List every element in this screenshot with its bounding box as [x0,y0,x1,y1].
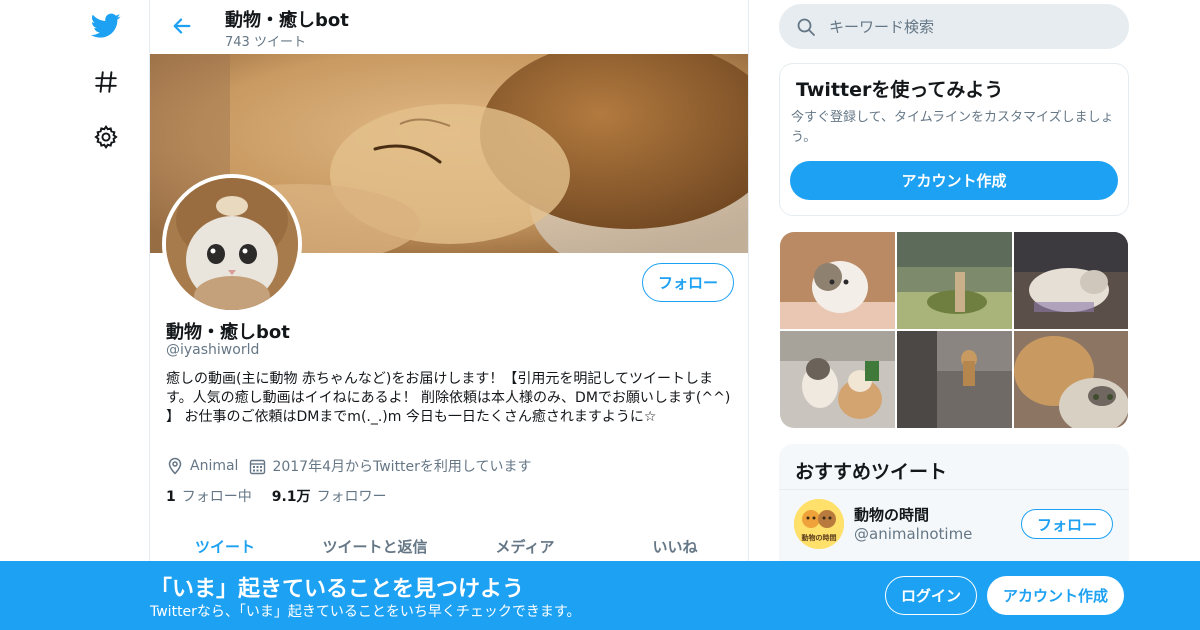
following-label: フォロー中 [181,489,252,505]
profile-location: Animal [190,458,239,474]
calendar-icon [248,457,266,475]
header-title: 動物・癒しbot [225,10,349,31]
following-count: 1 [166,489,176,505]
bottom-create-account-button[interactable]: アカウント作成 [987,576,1124,615]
search-icon [795,16,817,38]
recommended-account-name[interactable]: 動物の時間 [854,504,929,525]
followers-stat[interactable]: 9.1万 フォロワー [272,486,387,506]
profile-name: 動物・癒しbot [166,322,290,343]
media-grid [780,232,1128,428]
back-arrow-icon[interactable] [168,12,196,40]
follow-button[interactable]: フォロー [642,263,734,302]
create-account-button[interactable]: アカウント作成 [790,161,1118,200]
login-button[interactable]: ログイン [885,576,977,615]
media-thumbnail[interactable] [897,331,1012,428]
location-pin-icon [166,457,184,475]
profile-avatar[interactable] [162,174,302,314]
twitter-profile-page: 動物・癒しbot 743 ツイート フォロー 動物・癒しbot @iyashiw… [0,0,1200,630]
twitter-bird-icon[interactable] [90,10,122,42]
following-stat[interactable]: 1 フォロー中 [166,486,252,506]
profile-meta: Animal 2017年4月からTwitterを利用しています [166,456,532,476]
media-thumbnail[interactable] [780,232,895,329]
left-nav [60,0,150,630]
hashtag-explore-icon[interactable] [90,66,122,98]
recommended-avatar[interactable]: 動物の時間 [794,499,844,549]
search-box [779,4,1129,49]
signup-card: Twitterを使ってみよう 今すぐ登録して、タイムラインをカスタマイズしましょ… [779,63,1129,216]
bottom-bar-subtitle: Twitterなら、「いま」起きていることをいち早くチェックできます。 [150,604,581,620]
header-tweet-count: 743 ツイート [225,35,306,50]
profile-bio: 癒しの動画(主に動物 赤ちゃんなど)をお届けします！【引用元を明記してツイートし… [166,371,731,425]
divider [779,489,1129,490]
svg-text:動物の時間: 動物の時間 [802,533,837,542]
gear-settings-icon[interactable] [90,121,122,153]
recommended-follow-button[interactable]: フォロー [1021,509,1113,539]
recommended-account-handle: @animalnotime [854,525,973,543]
profile-joined-date: 2017年4月からTwitterを利用しています [272,459,532,475]
bottom-bar-title: 「いま」起きていることを見つけよう [150,577,525,602]
recommended-title: おすすめツイート [795,461,948,483]
profile-header-bar: 動物・癒しbot 743 ツイート [150,0,748,53]
media-thumbnail[interactable] [897,232,1012,329]
profile-stats: 1 フォロー中 9.1万 フォロワー [166,486,387,506]
followers-count: 9.1万 [271,489,311,505]
media-thumbnail[interactable] [1014,232,1128,329]
search-input[interactable] [829,17,1109,36]
media-thumbnail[interactable] [780,331,895,428]
media-thumbnail[interactable] [1014,331,1128,428]
bottom-signup-bar: 「いま」起きていることを見つけよう Twitterなら、「いま」起きていることを… [0,561,1200,630]
profile-column: 動物・癒しbot 743 ツイート フォロー 動物・癒しbot @iyashiw… [149,0,749,630]
signup-card-title: Twitterを使ってみよう [796,79,1004,101]
followers-label: フォロワー [316,489,387,505]
signup-card-description: 今すぐ登録して、タイムラインをカスタマイズしましょう。 [791,110,1114,145]
profile-handle[interactable]: @iyashiworld [166,342,259,358]
